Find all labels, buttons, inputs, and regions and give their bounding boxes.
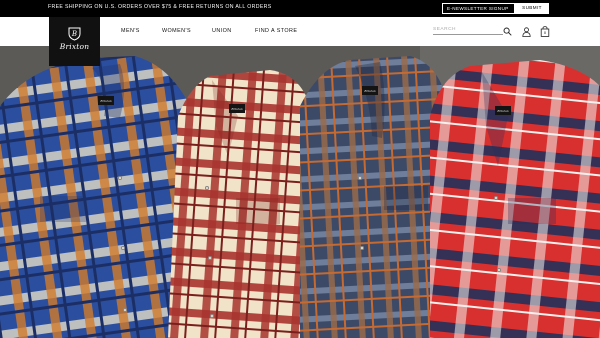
search-icon[interactable]	[503, 27, 512, 36]
shirt-button	[205, 186, 209, 190]
shirt-button	[358, 176, 362, 180]
brand-wordmark: Brixton	[59, 42, 90, 51]
cart-count: 0	[543, 30, 547, 35]
hero-flannel-illustration	[0, 46, 600, 338]
brand-logo[interactable]: B Brixton	[49, 17, 100, 66]
shirt-label: Brixton	[495, 106, 511, 115]
hero-image[interactable]: Brixton Brixton Brixton Brixton	[0, 46, 600, 338]
newsletter-email-input[interactable]: E-NEWSLETTER SIGNUP	[442, 3, 515, 14]
user-icon[interactable]	[522, 27, 531, 37]
shirt-button	[123, 308, 127, 312]
svg-text:B: B	[71, 30, 77, 38]
shirt-label: Brixton	[362, 86, 378, 95]
shopping-bag-icon[interactable]: 0	[540, 26, 550, 37]
nav-union[interactable]: UNION	[212, 28, 232, 34]
nav-mens[interactable]: MEN'S	[121, 28, 140, 34]
promo-text: FREE SHIPPING ON U.S. ORDERS OVER $75 & …	[48, 4, 272, 10]
nav-womens[interactable]: WOMEN'S	[162, 28, 191, 34]
nav-find-a-store[interactable]: FIND A STORE	[255, 28, 297, 34]
shirt-button	[118, 176, 122, 180]
shirt-label: Brixton	[229, 104, 245, 113]
shirt-button	[210, 314, 214, 318]
search-input[interactable]: SEARCH	[433, 27, 503, 35]
shirt-button	[497, 268, 501, 272]
shirt-button	[494, 196, 498, 200]
shirt-button	[208, 256, 212, 260]
search-placeholder: SEARCH	[433, 27, 456, 32]
shirt-button	[121, 246, 125, 250]
newsletter-submit-button[interactable]: SUBMIT	[515, 3, 549, 14]
shirt-label: Brixton	[98, 96, 114, 105]
shield-icon: B	[68, 27, 81, 41]
shirt-button	[360, 246, 364, 250]
promo-bar: FREE SHIPPING ON U.S. ORDERS OVER $75 & …	[0, 0, 600, 17]
